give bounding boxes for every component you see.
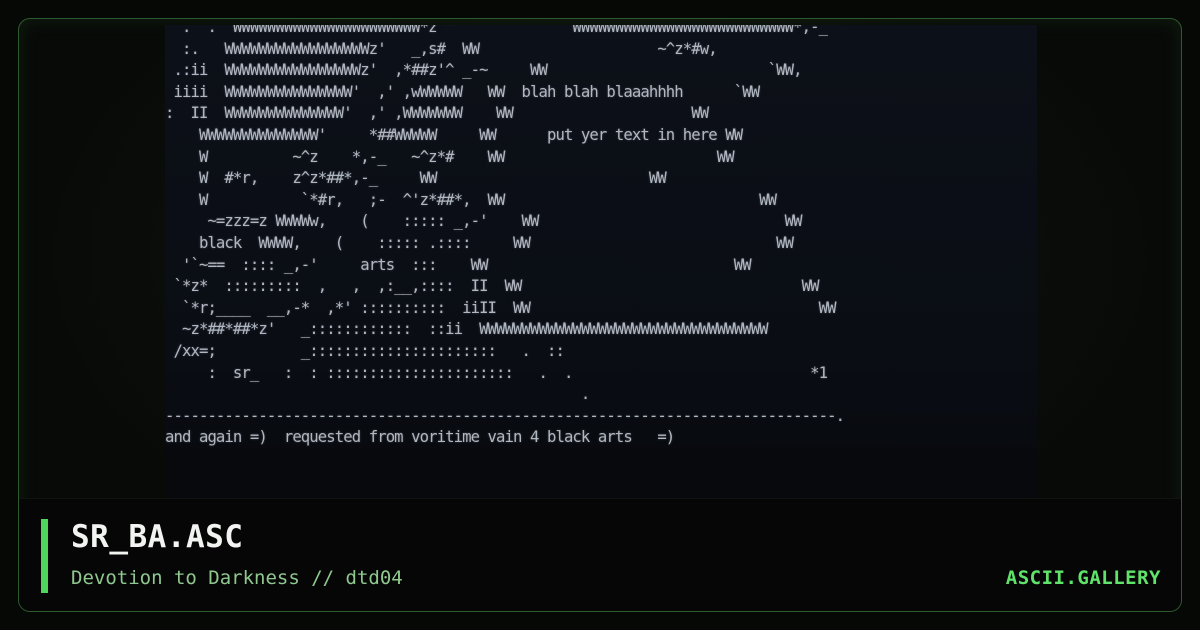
accent-bar: [41, 519, 48, 593]
ascii-art-text: . . WWWWWWWWWWWWWWWWWWWWWW*z^^^ WWWWWWWW…: [165, 25, 845, 449]
ascii-art-line: W `*#r, ;- ^'z*##*, WW WW: [165, 190, 777, 209]
artwork-subtitle: Devotion to Darkness // dtd04: [71, 567, 403, 589]
ascii-art-line: `*r;____ __,-* ,*' :::::::::: iiII WW WW: [165, 298, 837, 317]
ascii-art-line: : II WWWWWWWWWWWWWW' ,' ,WWWWWWW WW WW: [165, 104, 709, 123]
ascii-art-line: ----------------------------------------…: [165, 406, 845, 425]
ascii-art-line: '`~== :::: _,-' arts ::: WW WW: [165, 255, 752, 274]
ascii-art-line: /xx=; _:::::::::::::::::::::: . ::: [165, 341, 564, 360]
ascii-art-line: and again =) requested from voritime vai…: [165, 428, 675, 447]
ascii-art-panel: . . WWWWWWWWWWWWWWWWWWWWWW*z^^^ WWWWWWWW…: [165, 25, 1037, 501]
info-footer: SR_BA.ASC Devotion to Darkness // dtd04 …: [19, 498, 1181, 611]
ascii-art-line: .:ii WWWWWWWWWWWWWWWWz' ,*##z'^ _-~ WW `…: [165, 61, 802, 80]
ascii-art-line: .: [165, 385, 590, 404]
ascii-art-line: :. WWWWWWWWWWWWWWWWWz' _,s# WW ~^z*#w,: [165, 39, 718, 58]
ascii-art-line: W ~^z *,-_ ~^z*# WW WW: [165, 147, 735, 166]
ascii-art-line: W #*r, z^z*##*,-_ WW WW: [165, 169, 667, 188]
preview-card: . . WWWWWWWWWWWWWWWWWWWWWW*z^^^ WWWWWWWW…: [18, 18, 1182, 612]
ascii-art-line: ~z*##*##*z' _:::::::::::: ::ii WWWWWWWWW…: [165, 320, 769, 339]
ascii-art-line: ~=zzz=z WWWWw, ( ::::: _,-' WW WW: [165, 212, 802, 231]
artwork-title: SR_BA.ASC: [71, 519, 244, 555]
ascii-art-line: iiii WWWWWWWWWWWWWWW' ,' ,wWWWWW WW blah…: [165, 82, 760, 101]
ascii-art-line: WWWWWWWWWWWWWW' *##WWWWW WW put yer text…: [165, 125, 743, 144]
ascii-art-line: `*z* ::::::::: , , ,:__,:::: II WW WW: [165, 277, 819, 296]
art-bottom-shade: [165, 449, 1037, 501]
ascii-art-line: : sr_ : : :::::::::::::::::::::: . . *1: [165, 363, 828, 382]
site-brand[interactable]: ASCII.GALLERY: [1006, 567, 1161, 589]
ascii-art-line: . . WWWWWWWWWWWWWWWWWWWWWW*z^^^ WWWWWWWW…: [165, 25, 828, 36]
ascii-art-line: black WWWW, ( ::::: .:::: WW WW: [165, 233, 794, 252]
